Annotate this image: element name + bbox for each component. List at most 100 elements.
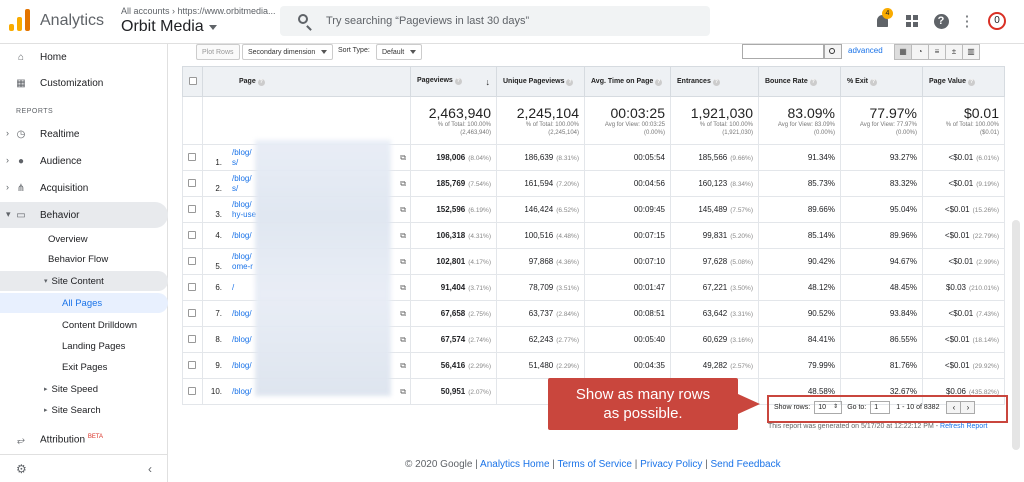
row-checkbox[interactable]	[182, 300, 203, 327]
col-header-bounce-rate[interactable]: Bounce Rate?	[758, 66, 841, 97]
page-path-link[interactable]: /blog/	[232, 361, 252, 371]
page-path-link[interactable]: /blog/	[232, 335, 252, 345]
sidebar-item-customization[interactable]: ▦ Customization	[0, 70, 168, 96]
col-header-entrances[interactable]: Entrances?	[670, 66, 759, 97]
search-input[interactable]	[326, 11, 696, 31]
open-external-icon[interactable]: ⧉	[400, 283, 406, 293]
table-search-button[interactable]	[824, 44, 842, 59]
help-icon[interactable]: ?	[712, 78, 720, 86]
help-icon[interactable]: ?	[809, 78, 817, 86]
secondary-dimension-dropdown[interactable]: Secondary dimension	[242, 44, 334, 60]
analytics-home-link[interactable]: Analytics Home	[480, 459, 549, 470]
col-header-exit[interactable]: % Exit?	[840, 66, 923, 97]
terms-link[interactable]: Terms of Service	[557, 459, 631, 470]
show-rows-select[interactable]: 10 ⇕	[814, 400, 843, 414]
performance-view-icon[interactable]: ≡	[928, 44, 946, 60]
analytics-logo-icon[interactable]	[9, 9, 31, 31]
row-checkbox[interactable]	[182, 378, 203, 405]
row-checkbox[interactable]	[182, 326, 203, 353]
open-external-icon[interactable]: ⧉	[400, 153, 406, 163]
col-header-pageviews[interactable]: Pageviews? ↓	[410, 66, 497, 97]
account-selector[interactable]: Orbit Media	[121, 18, 204, 36]
next-page-button[interactable]: ›	[960, 400, 976, 414]
open-external-icon[interactable]: ⧉	[400, 387, 406, 397]
row-checkbox[interactable]	[182, 170, 203, 197]
table-view-icon[interactable]: ▦	[894, 44, 912, 60]
avatar[interactable]: 0	[988, 12, 1006, 30]
row-checkbox[interactable]	[182, 248, 203, 275]
sidebar-item-behavior-flow[interactable]: Behavior Flow	[48, 249, 108, 269]
refresh-report-link[interactable]: Refresh Report	[940, 423, 987, 430]
sidebar-item-home[interactable]: ⌂ Home	[0, 44, 168, 70]
page-path-link[interactable]: /	[232, 283, 234, 293]
goto-input[interactable]: 1	[870, 400, 891, 414]
apps-grid-icon[interactable]	[902, 11, 922, 31]
page-path-link[interactable]: /blog/s/	[232, 174, 252, 194]
col-header-page[interactable]: Page?	[202, 66, 411, 97]
plot-rows-button[interactable]: Plot Rows	[196, 44, 240, 60]
sidebar-item-acquisition[interactable]: › ⋔ Acquisition	[0, 175, 168, 201]
sidebar-item-attribution[interactable]: ⥂ Attribution BETA	[0, 427, 168, 453]
page-path-link[interactable]: /blog/	[232, 309, 252, 319]
help-icon[interactable]: ?	[566, 78, 574, 86]
account-breadcrumb[interactable]: All accounts › https://www.orbitmedia...	[121, 6, 276, 16]
pie-view-icon[interactable]: ◔	[911, 44, 929, 60]
help-icon[interactable]: ?	[257, 78, 265, 86]
select-all-checkbox[interactable]	[182, 66, 203, 97]
app-title[interactable]: Analytics	[40, 12, 104, 30]
value: 185,769	[436, 179, 466, 188]
sort-type-dropdown[interactable]: Default	[376, 44, 423, 60]
value: 84.41%	[807, 335, 835, 344]
sidebar-item-site-speed[interactable]: ▸ Site Speed	[44, 379, 98, 399]
open-external-icon[interactable]: ⧉	[400, 309, 406, 319]
row-checkbox[interactable]	[182, 352, 203, 379]
open-external-icon[interactable]: ⧉	[400, 179, 406, 189]
table-filter-input[interactable]	[742, 44, 824, 59]
help-icon[interactable]: ?	[967, 78, 975, 86]
row-checkbox[interactable]	[182, 144, 203, 171]
sidebar-item-all-pages[interactable]: All Pages	[0, 293, 168, 313]
scrollbar[interactable]	[1012, 220, 1020, 450]
row-checkbox[interactable]	[182, 274, 203, 301]
sidebar-item-overview[interactable]: Overview	[48, 229, 88, 249]
open-external-icon[interactable]: ⧉	[400, 257, 406, 267]
pivot-view-icon[interactable]: ▥	[962, 44, 980, 60]
more-vert-icon[interactable]: ⋮	[957, 11, 977, 31]
page-path: /blog/	[232, 334, 252, 344]
comparison-view-icon[interactable]: ±	[945, 44, 963, 60]
sidebar-item-audience[interactable]: › ● Audience	[0, 148, 168, 174]
page-path-link[interactable]: /blog/	[232, 387, 252, 397]
row-checkbox[interactable]	[182, 196, 203, 223]
help-icon[interactable]: ?	[931, 11, 951, 31]
col-header-avg-time[interactable]: Avg. Time on Page?	[584, 66, 671, 97]
open-external-icon[interactable]: ⧉	[400, 335, 406, 345]
sidebar-item-realtime[interactable]: › ◷ Realtime	[0, 121, 168, 147]
sidebar-item-behavior[interactable]: ▾ ▭ Behavior	[0, 202, 168, 228]
open-external-icon[interactable]: ⧉	[400, 361, 406, 371]
send-feedback-link[interactable]: Send Feedback	[711, 459, 781, 470]
help-icon[interactable]: ?	[454, 77, 462, 85]
privacy-link[interactable]: Privacy Policy	[640, 459, 702, 470]
sidebar-item-content-drilldown[interactable]: Content Drilldown	[62, 315, 137, 335]
page-path-link[interactable]: /blog/	[232, 231, 252, 241]
sidebar-item-landing-pages[interactable]: Landing Pages	[62, 336, 125, 356]
page-path-link[interactable]: /blog/hy-use	[232, 200, 256, 220]
help-icon[interactable]: ?	[655, 78, 663, 86]
page-path-link[interactable]: /blog/ome-r	[232, 252, 253, 272]
col-header-unique-pageviews[interactable]: Unique Pageviews?	[496, 66, 585, 97]
chevron-down-icon[interactable]	[209, 25, 217, 30]
gear-icon[interactable]: ⚙	[16, 463, 27, 475]
page-path-link[interactable]: /blog/s/	[232, 148, 252, 168]
search-box[interactable]	[280, 6, 710, 36]
sidebar-item-site-content[interactable]: ▾ Site Content	[0, 271, 168, 291]
chevron-left-icon[interactable]: ‹	[148, 462, 152, 476]
row-checkbox[interactable]	[182, 222, 203, 249]
advanced-filter-link[interactable]: advanced	[848, 46, 883, 55]
help-icon[interactable]: ?	[870, 78, 878, 86]
sidebar-item-site-search[interactable]: ▸ Site Search	[44, 400, 101, 420]
open-external-icon[interactable]: ⧉	[400, 205, 406, 215]
open-external-icon[interactable]: ⧉	[400, 231, 406, 241]
col-header-page-value[interactable]: Page Value?	[922, 66, 1005, 97]
prev-page-button[interactable]: ‹	[946, 400, 962, 414]
sidebar-item-exit-pages[interactable]: Exit Pages	[62, 357, 107, 377]
